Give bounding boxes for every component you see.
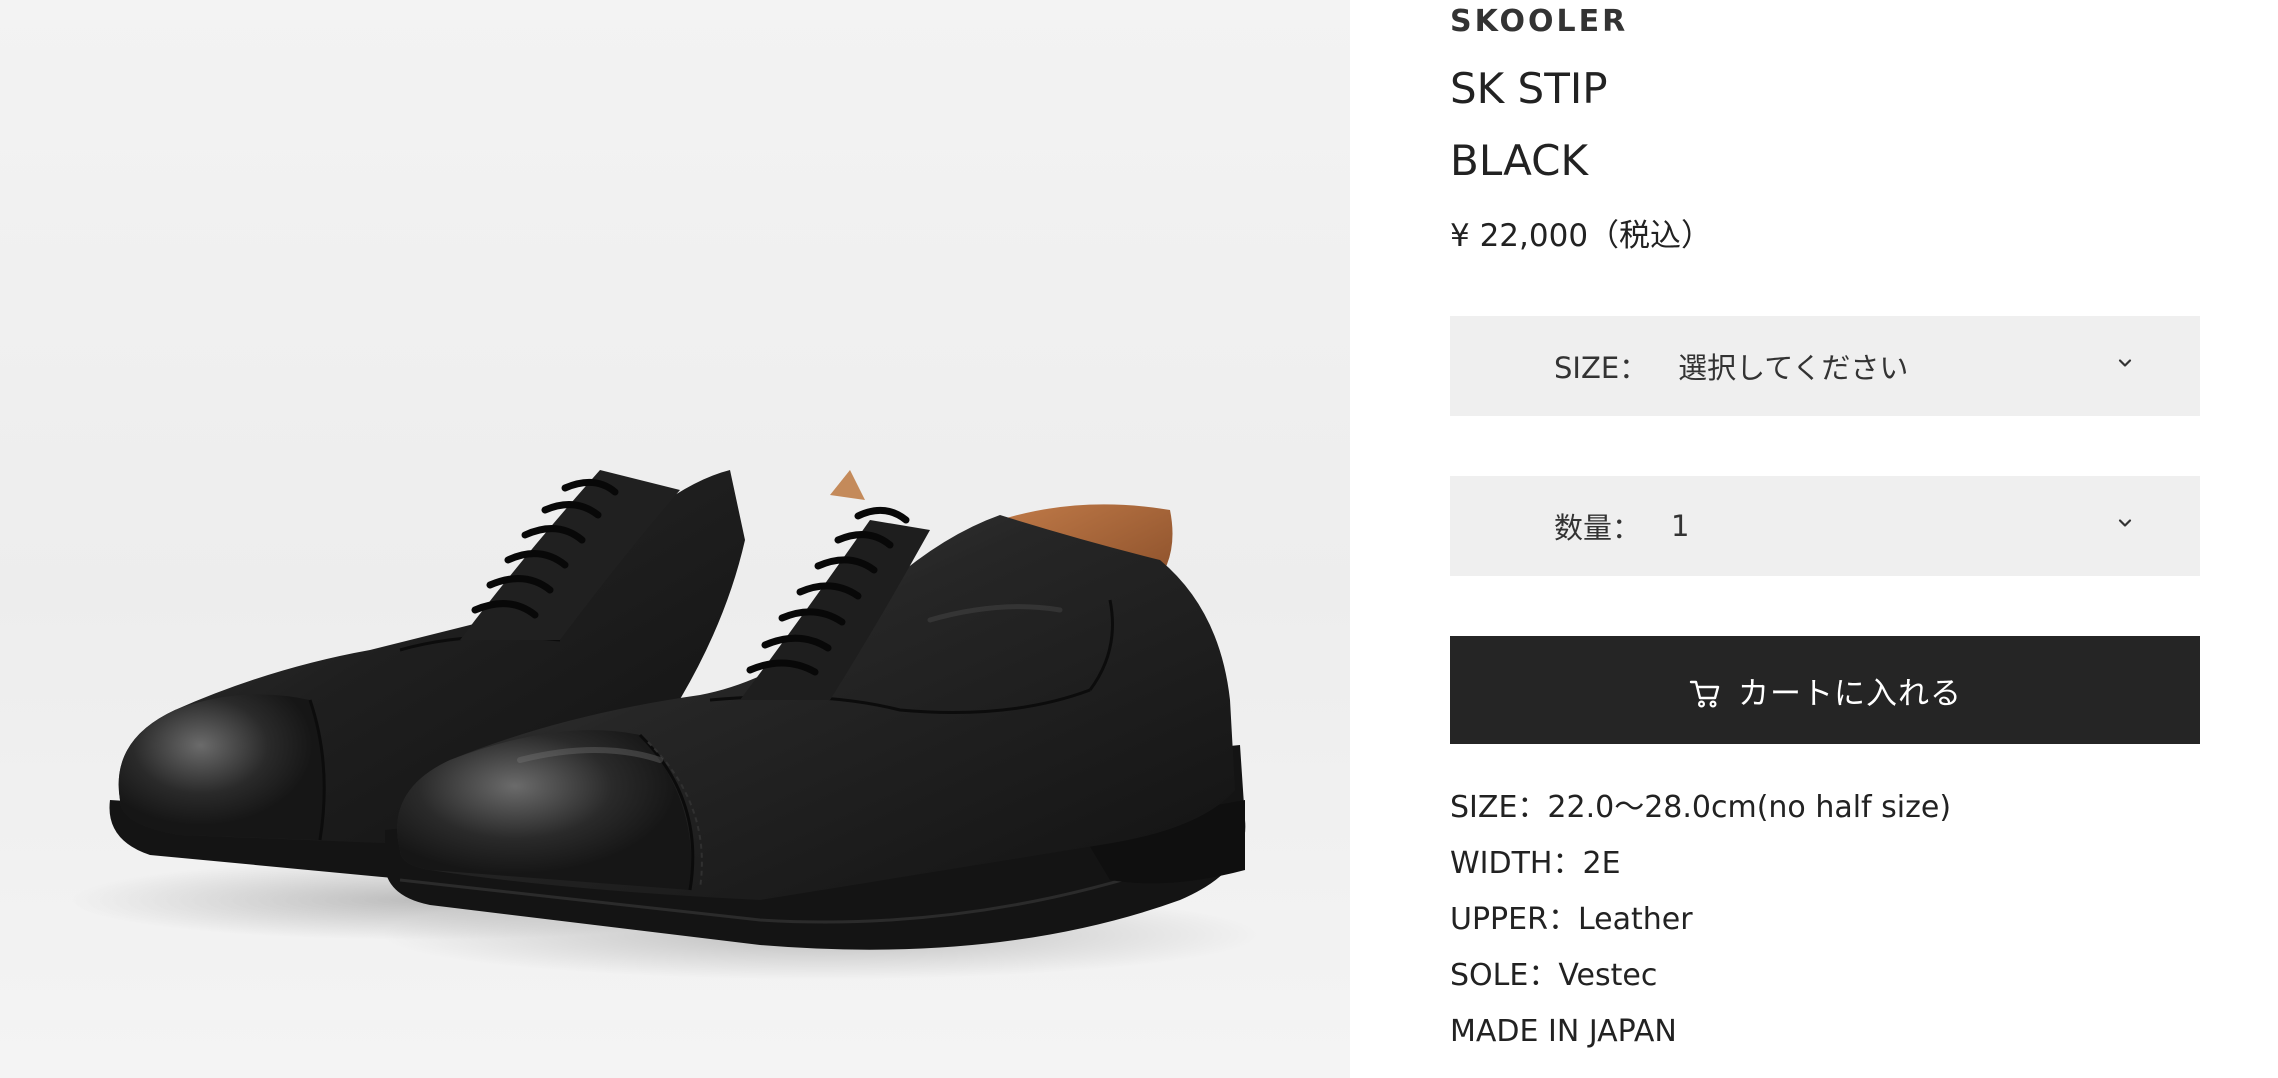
size-select[interactable]: SIZE： 選択してください <box>1450 316 2200 416</box>
product-page: SKOOLER SK STIP BLACK ¥ 22,000（税込） SIZE：… <box>0 0 2278 1078</box>
brand-name[interactable]: SKOOLER <box>1450 4 1628 39</box>
add-to-cart-button[interactable]: カートに入れる <box>1450 636 2200 744</box>
spec-sole: SOLE：Vestec <box>1450 958 1658 993</box>
product-title: SK STIP <box>1450 64 1608 113</box>
quantity-select-value: 1 <box>1671 509 1690 543</box>
shoe-photo <box>70 470 1260 980</box>
product-specs: SIZE：22.0〜28.0cm(no half size) WIDTH：2E … <box>1450 780 1951 1060</box>
product-color: BLACK <box>1450 136 1589 185</box>
cart-icon <box>1689 680 1720 708</box>
product-price: ¥ 22,000（税込） <box>1450 218 1713 254</box>
spec-size: SIZE：22.0〜28.0cm(no half size) <box>1450 790 1952 825</box>
product-image <box>0 0 1350 1078</box>
quantity-select-label: 数量： <box>1554 511 1642 545</box>
spec-upper: UPPER：Leather <box>1450 902 1693 937</box>
size-select-value: 選択してください <box>1678 351 1909 385</box>
chevron-down-icon <box>2118 519 2132 527</box>
chevron-down-icon <box>2118 359 2132 367</box>
spec-width: WIDTH：2E <box>1450 846 1621 881</box>
add-to-cart-label: カートに入れる <box>1738 675 1962 712</box>
size-select-label: SIZE： <box>1554 351 1649 385</box>
product-detail: SKOOLER SK STIP BLACK ¥ 22,000（税込） SIZE：… <box>1350 0 2278 1078</box>
quantity-select[interactable]: 数量： 1 <box>1450 476 2200 576</box>
spec-origin: MADE IN JAPAN <box>1450 1014 1677 1049</box>
